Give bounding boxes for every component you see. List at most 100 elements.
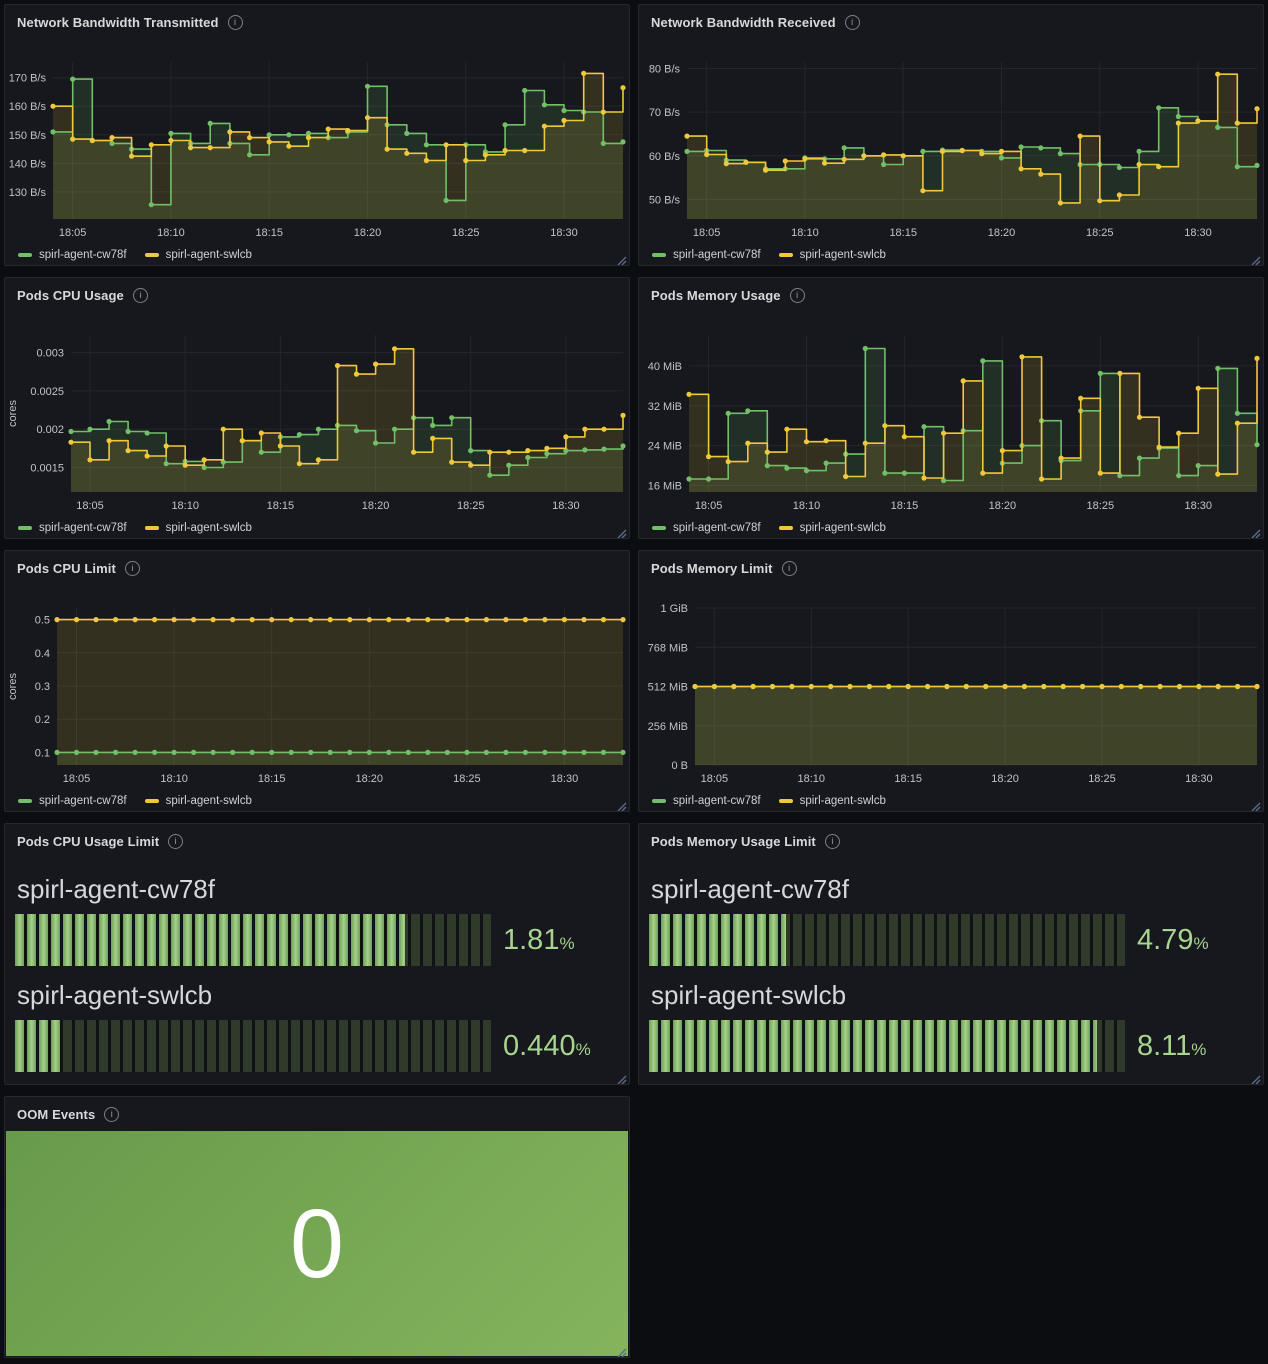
info-icon[interactable]: i xyxy=(168,834,183,849)
legend-item-cw78f[interactable]: spirl-agent-cw78f xyxy=(652,795,761,807)
panel-resize-handle[interactable] xyxy=(1251,1072,1261,1082)
info-icon[interactable]: i xyxy=(825,834,840,849)
gauge-pod-name: spirl-agent-cw78f xyxy=(651,874,1253,904)
svg-text:18:20: 18:20 xyxy=(362,500,390,512)
panel-pods-memory-limit: Pods Memory Limit i 18:0518:1018:1518:20… xyxy=(638,550,1264,812)
svg-text:18:30: 18:30 xyxy=(552,500,580,512)
series-color-pill xyxy=(652,253,666,257)
stat-background: 0 xyxy=(6,1131,628,1356)
time-series-chart[interactable]: 18:0518:1018:1518:2018:2518:3050 B/s60 B… xyxy=(639,39,1263,245)
legend-item-swlcb[interactable]: spirl-agent-swlcb xyxy=(145,249,252,261)
gauge-value: 1.81% xyxy=(503,924,575,957)
svg-text:18:30: 18:30 xyxy=(1184,500,1212,512)
svg-text:18:20: 18:20 xyxy=(989,500,1017,512)
info-icon[interactable]: i xyxy=(228,15,243,30)
legend-item-cw78f[interactable]: spirl-agent-cw78f xyxy=(652,522,761,534)
svg-text:1 GiB: 1 GiB xyxy=(660,603,688,615)
svg-text:150 B/s: 150 B/s xyxy=(9,130,47,142)
info-icon[interactable]: i xyxy=(125,561,140,576)
svg-text:18:25: 18:25 xyxy=(1087,500,1115,512)
series-color-pill xyxy=(652,799,666,803)
panel-resize-handle[interactable] xyxy=(1251,253,1261,263)
panel-title[interactable]: Pods CPU Usage Limit xyxy=(17,834,159,849)
panel-title[interactable]: OOM Events xyxy=(17,1107,95,1122)
gauge-value: 0.440% xyxy=(503,1030,591,1063)
bar-gauge-track xyxy=(15,1020,491,1072)
svg-text:140 B/s: 140 B/s xyxy=(9,158,47,170)
panel-resize-handle[interactable] xyxy=(1251,526,1261,536)
svg-text:40 MiB: 40 MiB xyxy=(648,361,682,373)
time-series-chart[interactable]: 18:0518:1018:1518:2018:2518:3016 MiB24 M… xyxy=(639,312,1263,518)
info-icon[interactable]: i xyxy=(782,561,797,576)
legend-item-swlcb[interactable]: spirl-agent-swlcb xyxy=(145,795,252,807)
time-series-chart[interactable]: 18:0518:1018:1518:2018:2518:300 B256 MiB… xyxy=(639,585,1263,791)
panel-pods-cpu-limit: Pods CPU Limit i 18:0518:1018:1518:2018:… xyxy=(4,550,630,812)
bar-gauge-fill xyxy=(649,914,786,966)
bar-gauge-fill xyxy=(649,1020,1097,1072)
gauge-unit: % xyxy=(1191,1040,1206,1059)
panel-title[interactable]: Pods CPU Limit xyxy=(17,561,116,576)
panel-pods-cpu-usage-limit: Pods CPU Usage Limit i spirl-agent-cw78f… xyxy=(4,823,630,1085)
svg-text:0.1: 0.1 xyxy=(35,747,50,759)
bar-gauge-list: spirl-agent-cw78f 4.79% spirl-agent-swlc… xyxy=(639,858,1263,1072)
legend-item-cw78f[interactable]: spirl-agent-cw78f xyxy=(18,795,127,807)
series-color-pill xyxy=(145,799,159,803)
legend-item-cw78f[interactable]: spirl-agent-cw78f xyxy=(652,249,761,261)
legend-label: spirl-agent-cw78f xyxy=(673,522,761,534)
legend-label: spirl-agent-cw78f xyxy=(39,522,127,534)
legend-item-swlcb[interactable]: spirl-agent-swlcb xyxy=(779,522,886,534)
panel-resize-handle[interactable] xyxy=(617,526,627,536)
time-series-chart[interactable]: 18:0518:1018:1518:2018:2518:300.00150.00… xyxy=(5,312,629,518)
panel-resize-handle[interactable] xyxy=(617,1345,627,1355)
svg-text:0.002: 0.002 xyxy=(36,424,64,436)
svg-text:0.3: 0.3 xyxy=(35,681,50,693)
panel-title[interactable]: Pods Memory Usage xyxy=(651,288,781,303)
gauge-unit: % xyxy=(559,934,574,953)
svg-text:60 B/s: 60 B/s xyxy=(649,151,681,163)
info-icon[interactable]: i xyxy=(790,288,805,303)
chart-legend: spirl-agent-cw78f spirl-agent-swlcb xyxy=(5,245,629,265)
panel-title[interactable]: Pods Memory Usage Limit xyxy=(651,834,816,849)
panel-resize-handle[interactable] xyxy=(617,253,627,263)
info-icon[interactable]: i xyxy=(845,15,860,30)
legend-item-cw78f[interactable]: spirl-agent-cw78f xyxy=(18,522,127,534)
svg-text:0.5: 0.5 xyxy=(35,615,50,627)
svg-text:18:25: 18:25 xyxy=(457,500,485,512)
svg-text:18:10: 18:10 xyxy=(160,773,188,785)
bar-gauge-fill xyxy=(15,914,405,966)
gauge-unit: % xyxy=(1193,934,1208,953)
svg-text:0.0025: 0.0025 xyxy=(30,386,64,398)
legend-item-swlcb[interactable]: spirl-agent-swlcb xyxy=(779,249,886,261)
series-color-pill xyxy=(18,526,32,530)
svg-text:18:20: 18:20 xyxy=(988,227,1016,239)
panel-title[interactable]: Pods CPU Usage xyxy=(17,288,124,303)
info-icon[interactable]: i xyxy=(104,1107,119,1122)
gauge-unit: % xyxy=(576,1040,591,1059)
chart-legend: spirl-agent-cw78f spirl-agent-swlcb xyxy=(639,245,1263,265)
legend-label: spirl-agent-cw78f xyxy=(39,249,127,261)
panel-title[interactable]: Network Bandwidth Transmitted xyxy=(17,15,219,30)
info-icon[interactable]: i xyxy=(133,288,148,303)
svg-text:16 MiB: 16 MiB xyxy=(648,481,682,493)
panel-resize-handle[interactable] xyxy=(617,799,627,809)
legend-item-cw78f[interactable]: spirl-agent-cw78f xyxy=(18,249,127,261)
panel-resize-handle[interactable] xyxy=(617,1072,627,1082)
legend-label: spirl-agent-swlcb xyxy=(800,249,886,261)
panel-resize-handle[interactable] xyxy=(1251,799,1261,809)
svg-text:170 B/s: 170 B/s xyxy=(9,73,47,85)
panel-title[interactable]: Network Bandwidth Received xyxy=(651,15,836,30)
time-series-chart[interactable]: 18:0518:1018:1518:2018:2518:30130 B/s140… xyxy=(5,39,629,245)
svg-text:18:30: 18:30 xyxy=(550,227,578,239)
panel-title[interactable]: Pods Memory Limit xyxy=(651,561,773,576)
svg-text:cores: cores xyxy=(7,673,19,700)
panel-header: Pods Memory Limit i xyxy=(639,551,1263,585)
svg-text:70 B/s: 70 B/s xyxy=(649,107,681,119)
panel-network-bandwidth-received: Network Bandwidth Received i 18:0518:101… xyxy=(638,4,1264,266)
svg-text:0 B: 0 B xyxy=(671,760,688,772)
svg-text:0.2: 0.2 xyxy=(35,714,50,726)
legend-item-swlcb[interactable]: spirl-agent-swlcb xyxy=(145,522,252,534)
legend-item-swlcb[interactable]: spirl-agent-swlcb xyxy=(779,795,886,807)
svg-text:18:10: 18:10 xyxy=(171,500,199,512)
panel-header: OOM Events i xyxy=(5,1097,629,1131)
time-series-chart[interactable]: 18:0518:1018:1518:2018:2518:300.10.20.30… xyxy=(5,585,629,791)
